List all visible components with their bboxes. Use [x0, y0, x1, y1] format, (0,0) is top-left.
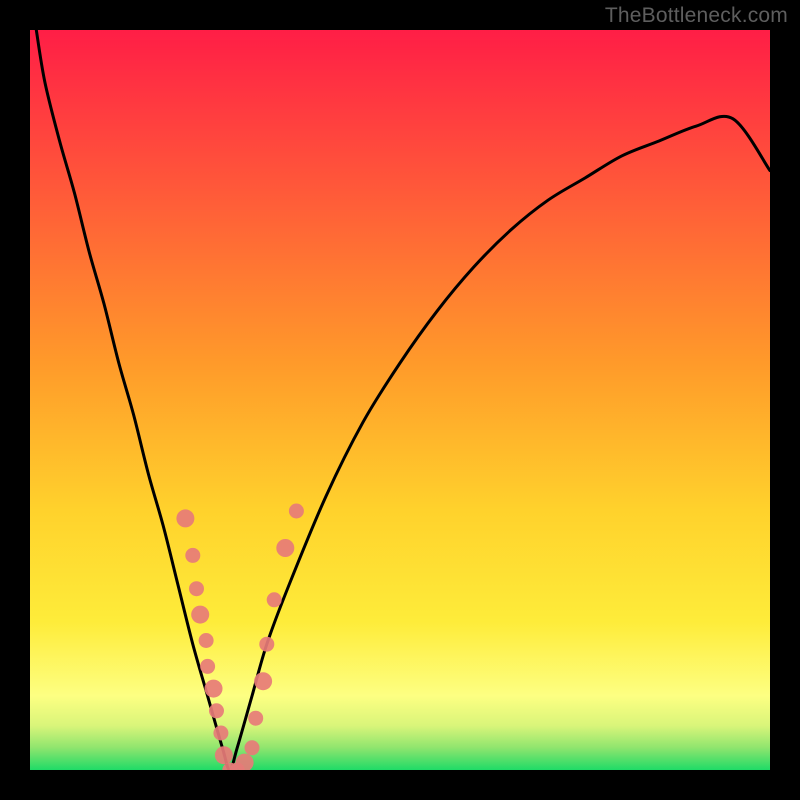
data-dot — [209, 703, 224, 718]
data-dot — [259, 637, 274, 652]
data-dot — [245, 740, 260, 755]
data-dots — [176, 504, 304, 771]
data-dot — [189, 581, 204, 596]
data-dot — [276, 539, 294, 557]
chart-svg — [30, 30, 770, 770]
data-dot — [199, 633, 214, 648]
data-dot — [200, 659, 215, 674]
bottleneck-curve — [36, 30, 770, 770]
data-dot — [185, 548, 200, 563]
data-dot — [176, 509, 194, 527]
data-dot — [248, 711, 263, 726]
data-dot — [213, 726, 228, 741]
data-dot — [215, 746, 233, 764]
watermark-text: TheBottleneck.com — [605, 4, 788, 28]
plot-area — [30, 30, 770, 770]
data-dot — [267, 592, 282, 607]
data-dot — [205, 680, 223, 698]
data-dot — [191, 606, 209, 624]
data-dot — [289, 504, 304, 519]
data-dot — [236, 754, 254, 770]
data-dot — [254, 672, 272, 690]
chart-frame: TheBottleneck.com — [0, 0, 800, 800]
